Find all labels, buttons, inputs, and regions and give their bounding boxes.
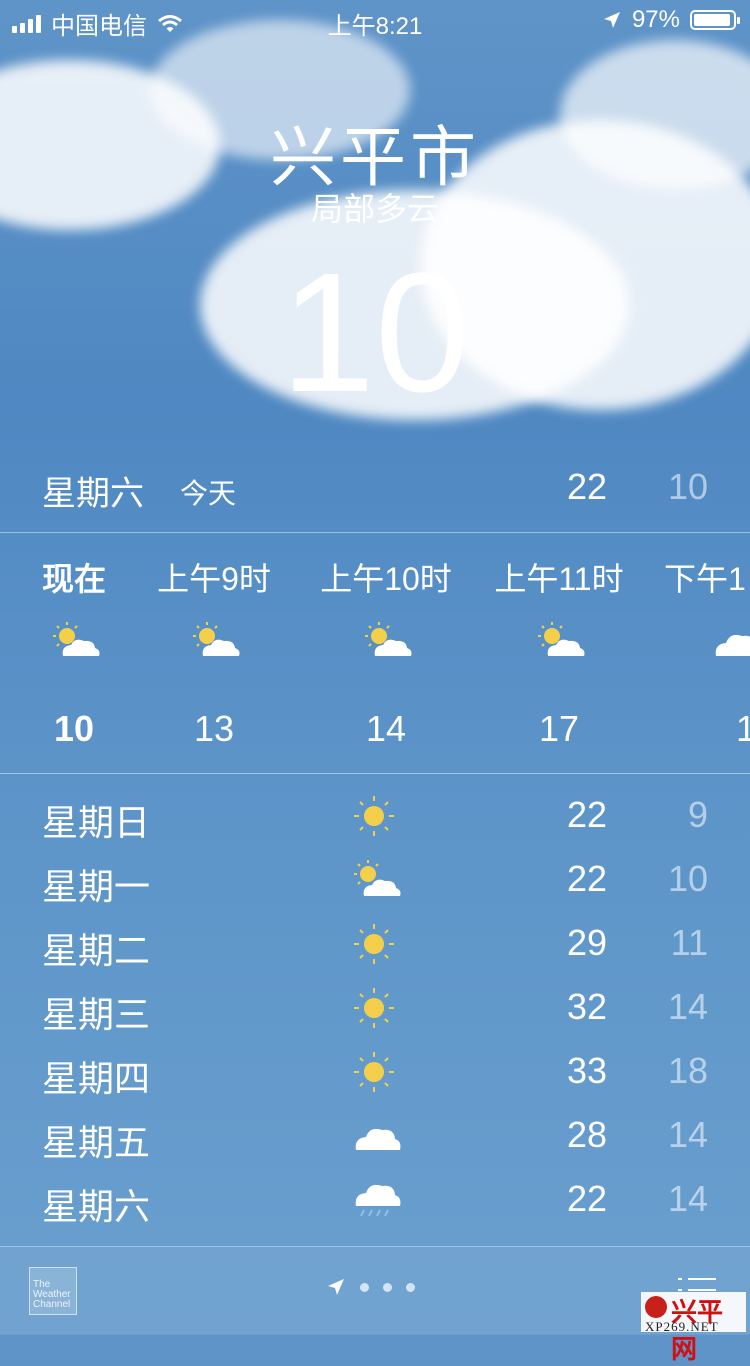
daily-high: 22: [566, 794, 607, 835]
watermark-url: XP269.NET: [645, 1319, 719, 1334]
hour-temp: 13: [193, 708, 235, 749]
today-day: 星期六: [42, 475, 144, 513]
daily-high: 32: [566, 986, 607, 1027]
hour-label: 上午11时: [494, 561, 624, 597]
partly-cloudy-icon: [538, 622, 585, 656]
sun-icon: [354, 1052, 394, 1092]
today-tag: 今天: [180, 478, 237, 509]
hour-temp: 14: [365, 708, 407, 749]
partly-cloudy-icon: [193, 622, 240, 656]
sun-icon: [354, 988, 394, 1028]
hour-label: 上午9时: [157, 561, 271, 597]
daily-high: 22: [566, 858, 607, 899]
today-summary-row: 星期六 今天 22 10: [0, 460, 750, 520]
daily-low: 11: [670, 922, 708, 963]
daily-day: 星期日: [42, 802, 151, 843]
daily-high: 33: [566, 1050, 607, 1091]
hour-temp: 18: [736, 708, 750, 749]
page-dot: [406, 1282, 415, 1292]
daily-low: 14: [667, 1178, 708, 1219]
sun-icon: [354, 924, 394, 964]
weather-channel-logo[interactable]: The Weather Channel: [29, 1267, 77, 1315]
daily-low: 10: [667, 858, 708, 899]
divider: [0, 773, 750, 774]
daily-row: 星期日 22 9: [0, 790, 750, 854]
daily-row: 星期一 22 10: [0, 854, 750, 918]
divider: [0, 532, 750, 533]
daily-day: 星期六: [42, 1186, 151, 1227]
daily-row: 星期二 29 11: [0, 918, 750, 982]
daily-day: 星期二: [42, 930, 151, 971]
daily-low: 9: [687, 794, 708, 835]
daily-day: 星期一: [42, 866, 151, 907]
partly-cloudy-icon: [365, 622, 412, 656]
daily-low: 14: [667, 986, 708, 1027]
page-indicator[interactable]: [326, 1277, 415, 1297]
hour-temp: 17: [538, 708, 580, 749]
daily-row: 星期三 32 14: [0, 982, 750, 1046]
current-temperature: 10: [280, 238, 470, 428]
daily-low: 18: [667, 1050, 708, 1091]
daily-day: 星期五: [42, 1122, 151, 1163]
daily-high: 22: [566, 1178, 607, 1219]
cloud-icon: [355, 1128, 401, 1150]
partly-cloudy-icon: [53, 622, 100, 656]
site-watermark: 兴平网 XP269.NET: [641, 1292, 746, 1364]
today-high: 22: [566, 466, 607, 507]
page-dot: [360, 1282, 369, 1292]
battery-percent: 97%: [631, 6, 680, 33]
battery-icon: [690, 10, 740, 30]
status-bar: 中国电信 上午8:21 97%: [0, 0, 750, 40]
daily-low: 14: [667, 1114, 708, 1155]
hour-label: 下午1: [664, 561, 746, 597]
partly-cloudy-icon: [354, 860, 401, 896]
daily-day: 星期三: [42, 994, 151, 1035]
status-time: 上午8:21: [327, 13, 423, 40]
daily-row: 星期六 22 14: [0, 1174, 750, 1238]
location-arrow-icon: [603, 12, 620, 28]
daily-row: 星期五 28 14: [0, 1110, 750, 1174]
watermark-logo-icon: [645, 1296, 667, 1318]
sun-icon: [354, 796, 394, 836]
page-dot: [383, 1282, 392, 1292]
bottom-bar: The Weather Channel: [0, 1246, 750, 1335]
daily-day: 星期四: [42, 1058, 151, 1099]
location-arrow-icon: [328, 1279, 344, 1295]
cloud-icon: [715, 634, 750, 656]
current-condition: 局部多云: [310, 191, 439, 227]
rain-icon: [355, 1184, 401, 1217]
daily-high: 29: [566, 922, 607, 963]
hour-label: 上午10时: [320, 561, 452, 597]
today-low: 10: [667, 466, 708, 507]
daily-high: 28: [566, 1114, 607, 1155]
daily-row: 星期四 33 18: [0, 1046, 750, 1110]
hourly-forecast[interactable]: 现在 10 上午9时 13 上午10时 14 上午11时 17 下午1 1: [0, 534, 750, 774]
